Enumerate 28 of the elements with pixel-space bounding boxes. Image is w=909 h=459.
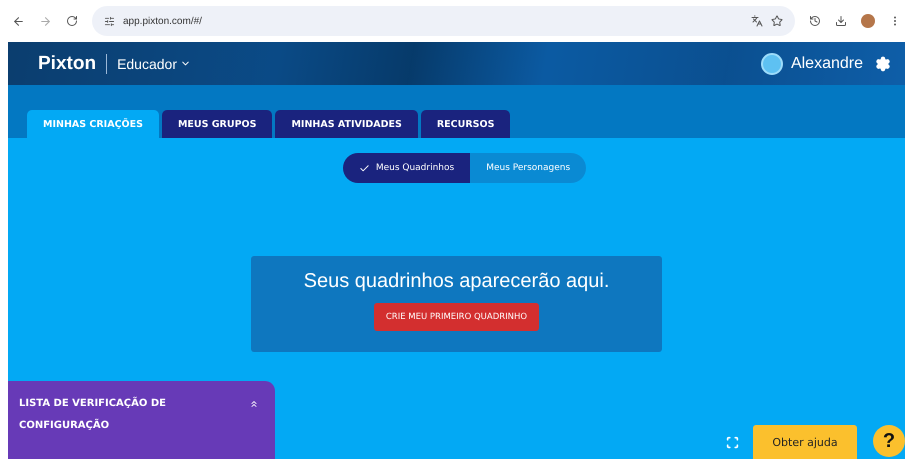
view-toggle-option[interactable]: Meus Personagens <box>470 153 586 183</box>
bookmark-star-icon[interactable] <box>771 15 783 27</box>
fullscreen-icon[interactable] <box>726 436 739 449</box>
download-icon[interactable] <box>835 15 847 27</box>
history-icon[interactable] <box>809 15 821 27</box>
expand-icon[interactable] <box>249 399 259 409</box>
user-avatar[interactable] <box>760 52 783 74</box>
reload-icon[interactable] <box>66 15 78 27</box>
logo[interactable]: Pixton <box>38 52 96 74</box>
address-bar[interactable]: app.pixton.com/#/ <box>92 6 795 36</box>
settings-icon[interactable] <box>875 56 891 72</box>
checklist-panel[interactable]: LISTA DE VERIFICAÇÃO DE CONFIGURAÇÃO <box>8 381 275 459</box>
help-button[interactable]: Obter ajuda <box>753 425 857 459</box>
url-text: app.pixton.com/#/ <box>123 16 203 26</box>
profile-avatar[interactable] <box>861 14 875 28</box>
site-settings-icon[interactable] <box>104 16 115 26</box>
back-icon[interactable] <box>12 14 25 28</box>
tab[interactable]: MEUS GRUPOS <box>162 110 272 138</box>
view-toggle-option[interactable]: Meus Quadrinhos <box>342 153 470 183</box>
empty-message: Seus quadrinhos aparecerão aqui. <box>304 270 610 293</box>
checklist-title: LISTA DE VERIFICAÇÃO DE CONFIGURAÇÃO <box>19 396 167 433</box>
role-dropdown[interactable]: Educador <box>117 56 191 72</box>
tab[interactable]: MINHAS ATIVIDADES <box>275 110 418 138</box>
check-icon <box>358 162 370 174</box>
create-comic-button[interactable]: CRIE MEU PRIMEIRO QUADRINHO <box>374 303 540 331</box>
tab[interactable]: RECURSOS <box>420 110 510 138</box>
translate-icon[interactable] <box>751 15 763 27</box>
user-name[interactable]: Alexandre <box>790 54 863 72</box>
